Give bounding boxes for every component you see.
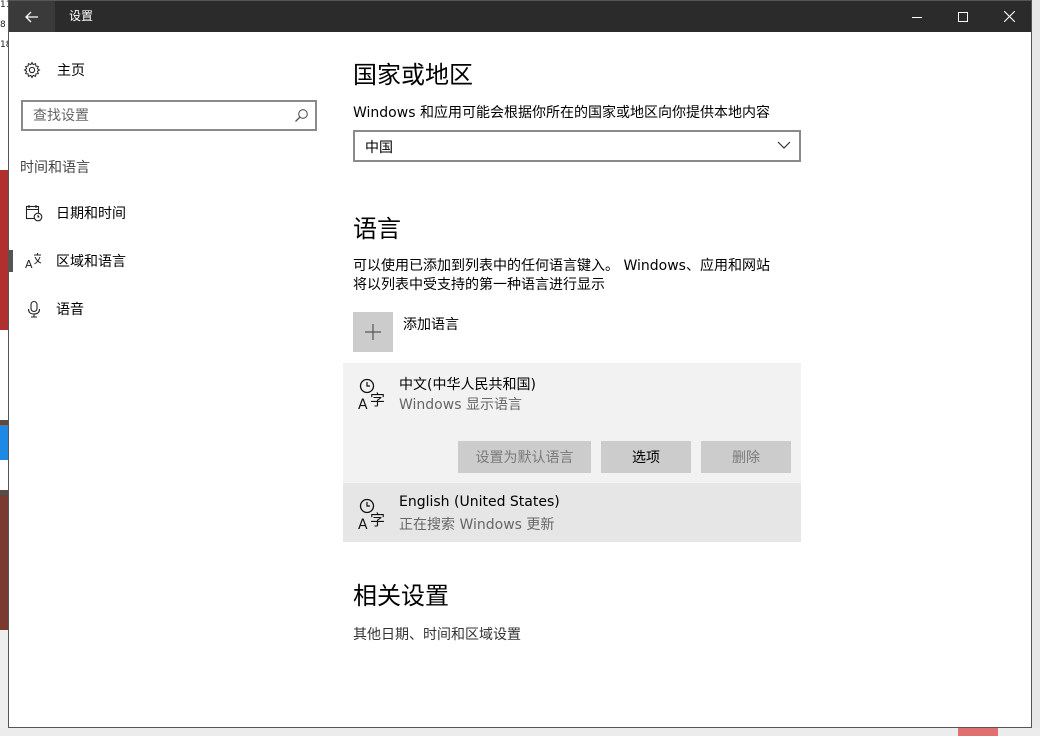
sidebar-section-label: 时间和语言 xyxy=(20,160,90,176)
close-icon xyxy=(1003,11,1015,22)
desktop-right-edge xyxy=(1032,0,1040,736)
calendar-clock-icon xyxy=(25,205,43,222)
close-button[interactable] xyxy=(986,1,1031,32)
desktop-fragment-red xyxy=(958,728,998,736)
options-button[interactable]: 选项 xyxy=(601,441,691,473)
additional-date-time-region-link[interactable]: 其他日期、时间和区域设置 xyxy=(353,624,521,644)
sidebar-item-speech[interactable]: 语音 xyxy=(9,287,339,331)
desktop-fragment-text: 11 xyxy=(0,0,8,11)
set-default-button[interactable]: 设置为默认语言 xyxy=(458,441,591,473)
desktop-strip xyxy=(0,330,8,420)
desktop-bottom-edge xyxy=(0,728,1040,736)
language-pack-icon: A 字 xyxy=(358,498,385,532)
region-language-icon: A xyxy=(25,253,42,270)
add-language-label: 添加语言 xyxy=(403,317,459,333)
minimize-icon xyxy=(912,16,922,18)
language-item-english[interactable]: A 字 English (United States) 正在搜索 Windows… xyxy=(343,483,801,542)
sidebar-item-label: 主页 xyxy=(57,63,85,79)
desktop-taskbar-item xyxy=(0,425,8,460)
gear-icon xyxy=(23,61,41,79)
language-pack-icon: A 字 xyxy=(358,378,385,412)
settings-window: 设置 主页 时间和语言 xyxy=(8,0,1032,728)
desktop-thumbnail xyxy=(0,495,8,630)
language-item-chinese[interactable]: A 字 中文(中华人民共和国) Windows 显示语言 设置为默认语言 选项 … xyxy=(343,363,801,483)
search-icon[interactable] xyxy=(294,108,309,123)
sidebar-item-label: 日期和时间 xyxy=(56,206,126,222)
desktop-fragment-text: 8 xyxy=(0,20,8,31)
dropdown-value: 中国 xyxy=(365,140,393,156)
microphone-icon xyxy=(27,300,41,318)
sidebar-item-label: 语音 xyxy=(56,302,84,318)
language-status: 正在搜索 Windows 更新 xyxy=(399,517,555,533)
sidebar-item-region-language[interactable]: A 区域和语言 xyxy=(9,239,339,283)
remove-button[interactable]: 删除 xyxy=(701,441,791,473)
desktop-strip xyxy=(0,630,8,736)
region-description: Windows 和应用可能会根据你所在的国家或地区向你提供本地内容 xyxy=(353,105,770,121)
window-title: 设置 xyxy=(69,9,94,23)
minimize-button[interactable] xyxy=(894,1,940,32)
main-content: 国家或地区 Windows 和应用可能会根据你所在的国家或地区向你提供本地内容 … xyxy=(343,32,1013,727)
svg-text:A: A xyxy=(25,258,33,270)
back-button[interactable] xyxy=(9,1,55,32)
desktop-strip xyxy=(0,60,8,170)
arrow-left-icon xyxy=(25,11,38,22)
language-description-line2: 将以列表中受支持的第一种语言进行显示 xyxy=(353,277,605,293)
language-name: 中文(中华人民共和国) xyxy=(399,377,536,393)
language-heading: 语言 xyxy=(353,215,401,243)
sidebar: 主页 时间和语言 日期和时间 A 区域和语言 xyxy=(9,32,339,727)
title-bar: 设置 xyxy=(9,1,1031,32)
language-description-line1: 可以使用已添加到列表中的任何语言键入。 Windows、应用和网站 xyxy=(353,258,770,274)
maximize-button[interactable] xyxy=(940,1,986,32)
svg-text:字: 字 xyxy=(370,391,385,409)
active-indicator xyxy=(9,250,13,272)
sidebar-item-home[interactable]: 主页 xyxy=(23,59,85,81)
desktop-strip xyxy=(0,460,8,490)
svg-text:字: 字 xyxy=(370,511,385,529)
desktop-fragment-text: 18 xyxy=(0,40,8,51)
search-input[interactable] xyxy=(23,102,283,129)
sidebar-item-label: 区域和语言 xyxy=(56,254,126,270)
chevron-down-icon xyxy=(777,141,791,149)
desktop-thumbnail xyxy=(0,170,8,330)
country-region-dropdown[interactable]: 中国 xyxy=(353,130,801,162)
search-field[interactable] xyxy=(21,100,317,131)
language-name: English (United States) xyxy=(399,494,560,510)
region-heading: 国家或地区 xyxy=(353,61,473,89)
plus-icon xyxy=(353,312,393,352)
sidebar-item-date-time[interactable]: 日期和时间 xyxy=(9,191,339,235)
svg-text:A: A xyxy=(358,517,368,532)
maximize-icon xyxy=(958,11,968,22)
svg-text:A: A xyxy=(358,397,368,412)
related-settings-heading: 相关设置 xyxy=(353,582,449,610)
language-status: Windows 显示语言 xyxy=(399,397,522,413)
